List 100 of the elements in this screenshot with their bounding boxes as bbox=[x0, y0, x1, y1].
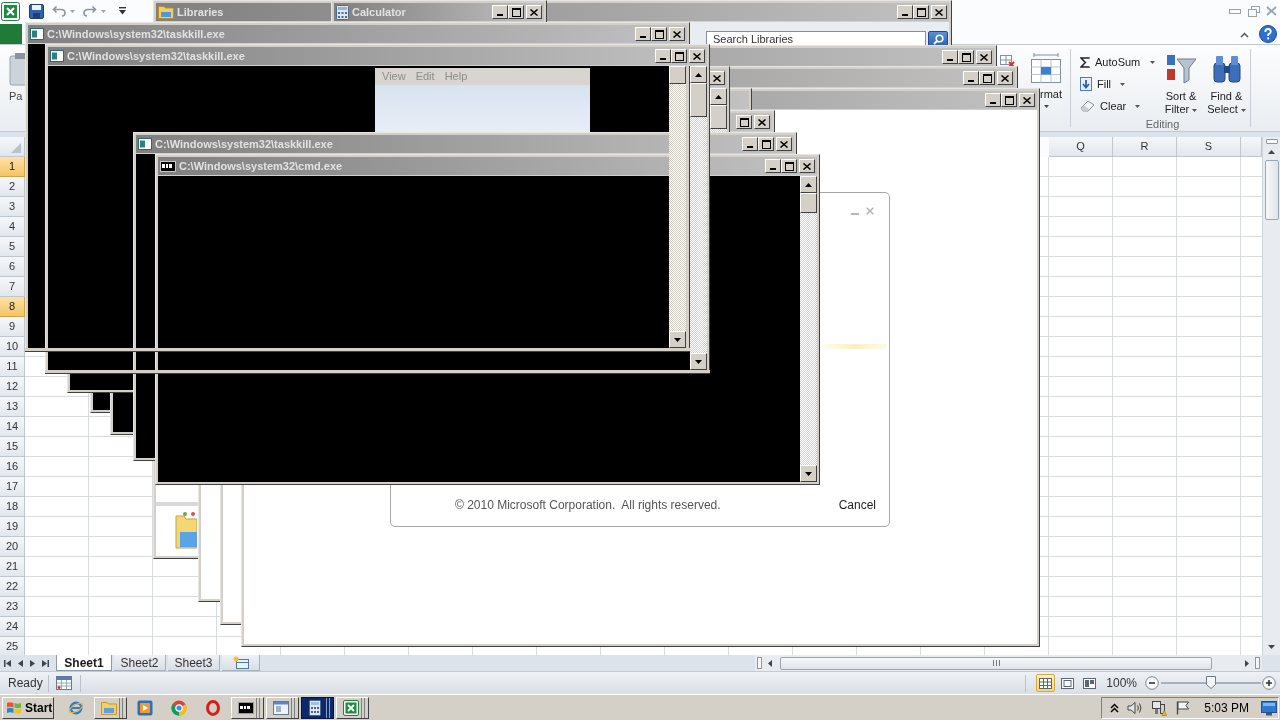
customize-menu-icon[interactable] bbox=[118, 7, 127, 15]
row-header[interactable]: 3 bbox=[0, 197, 25, 217]
row-header[interactable]: 25 bbox=[0, 637, 25, 655]
scroll-thumb[interactable] bbox=[780, 656, 1212, 670]
scroll-down-button[interactable] bbox=[690, 353, 707, 370]
row-header[interactable]: 16 bbox=[0, 457, 25, 477]
maximize-button[interactable] bbox=[651, 27, 667, 41]
right-arrow-icon[interactable] bbox=[1245, 659, 1249, 667]
normal-view-button[interactable] bbox=[1036, 674, 1056, 692]
scrollbar[interactable] bbox=[1262, 137, 1280, 655]
column-header[interactable]: S bbox=[1177, 137, 1241, 157]
sheet-tab[interactable]: Sheet3 bbox=[168, 655, 220, 671]
scrollbar[interactable] bbox=[710, 88, 727, 132]
row-header[interactable]: 13 bbox=[0, 397, 25, 417]
left-arrow-icon[interactable] bbox=[18, 659, 23, 667]
network-icon[interactable] bbox=[1151, 699, 1168, 716]
close-button[interactable] bbox=[976, 50, 992, 64]
split-handle[interactable] bbox=[1265, 139, 1278, 144]
maximize-button[interactable] bbox=[1001, 93, 1017, 107]
find-select-button[interactable]: Find & Select bbox=[1203, 45, 1250, 117]
taskbar-button[interactable] bbox=[301, 696, 334, 719]
minimize-button[interactable] bbox=[635, 27, 651, 41]
sheet-tab[interactable]: Sheet2 bbox=[114, 655, 166, 671]
row-header[interactable]: 22 bbox=[0, 577, 25, 597]
close-button[interactable] bbox=[776, 137, 792, 151]
row-header[interactable]: 20 bbox=[0, 537, 25, 557]
minimize-button[interactable] bbox=[963, 71, 979, 85]
split-handle[interactable] bbox=[1255, 657, 1260, 669]
maximize-button[interactable] bbox=[781, 159, 797, 173]
row-header[interactable]: 4 bbox=[0, 217, 25, 237]
zoom-in-icon[interactable] bbox=[1262, 676, 1276, 690]
grid-format-icon[interactable] bbox=[1029, 52, 1062, 84]
minimize-button[interactable] bbox=[655, 49, 671, 63]
minimize-button[interactable] bbox=[985, 93, 1001, 107]
maximize-button[interactable] bbox=[671, 49, 687, 63]
row-header[interactable]: 15 bbox=[0, 437, 25, 457]
scroll-down-button[interactable] bbox=[669, 331, 686, 348]
close-button[interactable] bbox=[669, 27, 685, 41]
fill-button[interactable]: Fill bbox=[1080, 73, 1159, 95]
column-header[interactable]: R bbox=[1113, 137, 1177, 157]
slider-thumb[interactable] bbox=[1206, 676, 1216, 689]
minimize-button[interactable] bbox=[765, 159, 781, 173]
scroll-thumb[interactable] bbox=[1264, 160, 1279, 220]
scroll-up-button[interactable] bbox=[690, 66, 707, 83]
minimize-button[interactable] bbox=[492, 5, 508, 19]
last-arrow-icon[interactable] bbox=[42, 659, 49, 667]
table-icon[interactable] bbox=[55, 676, 72, 690]
split-handle[interactable] bbox=[757, 657, 762, 669]
minimize-button[interactable] bbox=[897, 5, 913, 19]
start-button[interactable]: Start bbox=[2, 696, 54, 719]
close-button[interactable] bbox=[799, 159, 815, 173]
insert-sheet-button[interactable] bbox=[222, 655, 260, 671]
row-header[interactable]: 18 bbox=[0, 497, 25, 517]
maximize-button[interactable] bbox=[758, 137, 774, 151]
column-header[interactable]: Q bbox=[1049, 137, 1113, 157]
close-button[interactable] bbox=[526, 5, 542, 19]
scrollbar[interactable] bbox=[669, 66, 686, 348]
chevron-up-icon[interactable] bbox=[1240, 32, 1249, 38]
row-header[interactable]: 2 bbox=[0, 177, 25, 197]
row-header[interactable]: 6 bbox=[0, 257, 25, 277]
up-arrow-icon[interactable] bbox=[1268, 150, 1275, 154]
row-header[interactable]: 5 bbox=[0, 237, 25, 257]
flag-icon[interactable] bbox=[1176, 700, 1191, 715]
zoom-out-icon[interactable] bbox=[1145, 676, 1159, 690]
row-header[interactable]: 17 bbox=[0, 477, 25, 497]
row-header[interactable]: 19 bbox=[0, 517, 25, 537]
scroll-up-button[interactable] bbox=[800, 176, 817, 193]
sort-filter-button[interactable]: Sort & Filter bbox=[1159, 45, 1203, 117]
clear-button[interactable]: Clear bbox=[1080, 95, 1159, 117]
row-header[interactable]: 8 bbox=[0, 297, 25, 317]
row-header[interactable]: 24 bbox=[0, 617, 25, 637]
scrollbar[interactable] bbox=[800, 176, 817, 482]
curved-arrow-icon[interactable] bbox=[52, 5, 66, 17]
sheet-tab[interactable]: Sheet1 bbox=[56, 655, 112, 671]
cancel-button[interactable]: Cancel bbox=[838, 498, 876, 512]
close-button[interactable] bbox=[997, 71, 1013, 85]
chevron-up-icon[interactable] bbox=[1110, 702, 1120, 713]
right-arrow-icon[interactable] bbox=[30, 659, 35, 667]
maximize-button[interactable] bbox=[913, 5, 929, 19]
first-arrow-icon[interactable] bbox=[4, 659, 11, 667]
row-header[interactable]: 21 bbox=[0, 557, 25, 577]
row-header[interactable]: 10 bbox=[0, 337, 25, 357]
close-button[interactable] bbox=[689, 49, 705, 63]
row-header[interactable]: 7 bbox=[0, 277, 25, 297]
maximize-button[interactable] bbox=[736, 115, 752, 129]
close-button[interactable] bbox=[931, 5, 947, 19]
close-button[interactable] bbox=[754, 115, 770, 129]
row-header[interactable]: 23 bbox=[0, 597, 25, 617]
row-header[interactable]: 14 bbox=[0, 417, 25, 437]
monitor-icon[interactable] bbox=[1261, 699, 1277, 716]
row-header[interactable]: 12 bbox=[0, 377, 25, 397]
scrollbar[interactable] bbox=[755, 655, 1262, 671]
scroll-up-button[interactable] bbox=[710, 88, 727, 105]
minimize-button[interactable] bbox=[942, 50, 958, 64]
row-header[interactable]: 9 bbox=[0, 317, 25, 337]
paste-button[interactable]: Pa bbox=[9, 45, 25, 131]
curved-arrow-icon[interactable] bbox=[83, 5, 97, 17]
zoom-slider[interactable] bbox=[1161, 676, 1261, 690]
maximize-button[interactable] bbox=[958, 50, 974, 64]
scrollbar[interactable] bbox=[690, 66, 707, 370]
